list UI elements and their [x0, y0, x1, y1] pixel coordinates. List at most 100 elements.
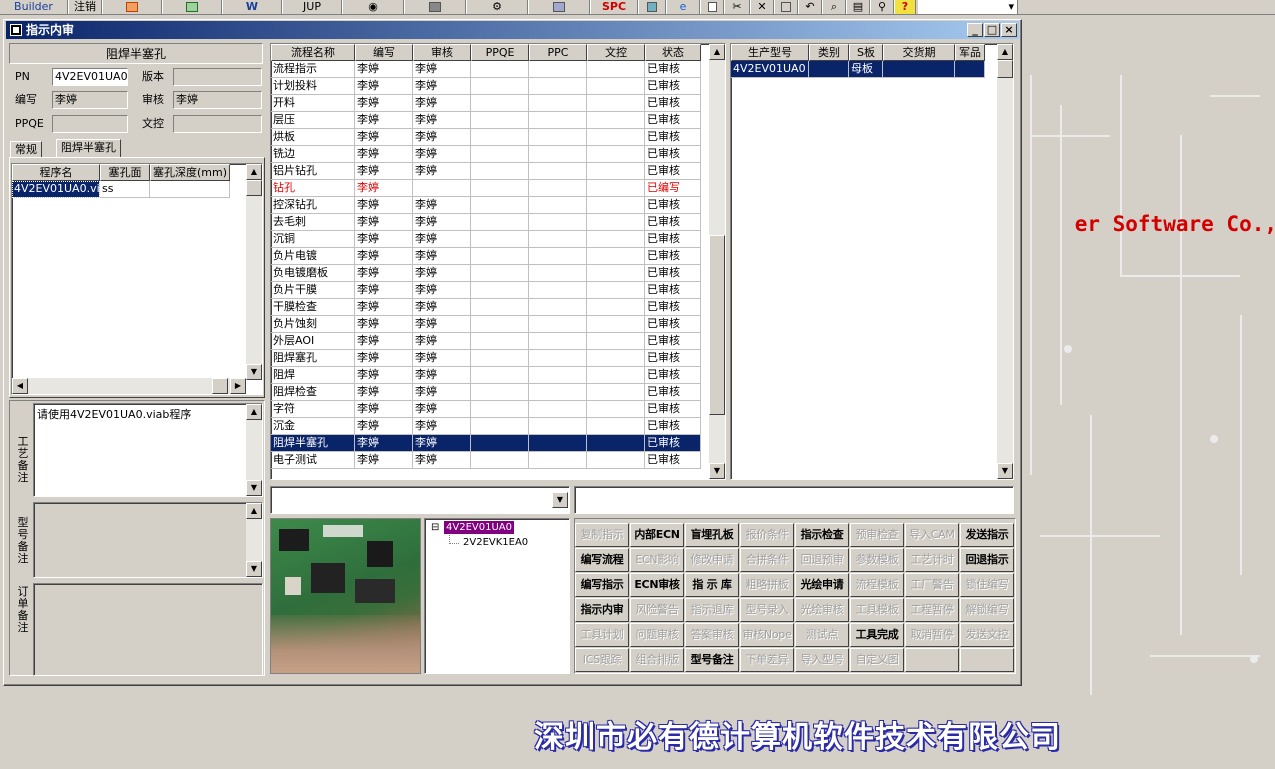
action-button[interactable]: 工具计划	[575, 623, 629, 647]
flow-cell[interactable]	[471, 129, 529, 146]
flow-cell[interactable]: 烘板	[271, 129, 355, 146]
flow-cell[interactable]	[529, 299, 587, 316]
action-button[interactable]: ECN影响	[630, 548, 684, 572]
flow-cell[interactable]: 李婷	[413, 163, 471, 180]
action-button[interactable]: 工具模板	[850, 598, 904, 622]
flow-cell[interactable]: 李婷	[355, 163, 413, 180]
tree-expander[interactable]: ⊟	[431, 522, 439, 533]
flow-cell[interactable]: 已审核	[645, 61, 701, 78]
flow-cell[interactable]: 李婷	[355, 333, 413, 350]
flow-cell[interactable]	[471, 435, 529, 452]
flow-cell[interactable]	[471, 231, 529, 248]
action-button[interactable]: ICS跟踪	[575, 648, 629, 672]
flow-cell[interactable]	[587, 316, 645, 333]
action-button[interactable]: 编写指示	[575, 573, 629, 597]
action-button[interactable]: 组合排版	[630, 648, 684, 672]
flow-row[interactable]: 烘板 李婷 李婷 已审核	[271, 129, 701, 146]
action-button[interactable]: 合拼条件	[740, 548, 794, 572]
action-button[interactable]: 光绘审核	[795, 598, 849, 622]
flow-cell[interactable]	[471, 197, 529, 214]
flow-cell[interactable]: 已审核	[645, 452, 701, 469]
flow-cell[interactable]	[587, 197, 645, 214]
flow-col-header[interactable]: 流程名称	[271, 44, 355, 61]
program-vscroll[interactable]: ▲ ▼	[246, 164, 262, 380]
flow-cell[interactable]	[529, 112, 587, 129]
flow-cell[interactable]	[529, 78, 587, 95]
flow-cell[interactable]: 已审核	[645, 146, 701, 163]
production-col-header[interactable]: 生产型号	[731, 44, 809, 61]
ppqe-field[interactable]	[52, 115, 128, 133]
flow-cell[interactable]: 李婷	[413, 231, 471, 248]
flow-cell[interactable]: 字符	[271, 401, 355, 418]
flow-row[interactable]: 开料 李婷 李婷 已审核	[271, 95, 701, 112]
browser-icon[interactable]: e	[666, 0, 700, 14]
flow-cell[interactable]	[587, 265, 645, 282]
flow-cell[interactable]	[471, 112, 529, 129]
action-button[interactable]: 自定义图	[850, 648, 904, 672]
action-button[interactable]: 指示内审	[575, 598, 629, 622]
flow-cell[interactable]: 李婷	[355, 452, 413, 469]
flow-cell[interactable]	[471, 333, 529, 350]
action-button[interactable]: 参数模板	[850, 548, 904, 572]
action-button[interactable]: 型号录入	[740, 598, 794, 622]
tab-general[interactable]: 常规	[10, 141, 42, 158]
scroll-up-arrow[interactable]: ▲	[246, 164, 262, 180]
flow-cell[interactable]: 李婷	[355, 384, 413, 401]
action-button[interactable]: 回退指示	[960, 548, 1014, 572]
production-row[interactable]: 4V2EV01UA0 母板	[731, 61, 995, 78]
flow-cell[interactable]	[529, 435, 587, 452]
monitor-icon[interactable]	[528, 0, 590, 14]
flow-cell[interactable]	[471, 163, 529, 180]
scroll-thumb[interactable]	[997, 60, 1013, 78]
flow-cell[interactable]: 已审核	[645, 112, 701, 129]
excel-icon[interactable]	[162, 0, 222, 14]
program-cell[interactable]: 4V2EV01UA0.via	[12, 181, 100, 198]
flow-cell[interactable]	[413, 180, 471, 197]
maximize-button[interactable]: □	[984, 23, 1000, 37]
flow-cell[interactable]: 已审核	[645, 299, 701, 316]
flow-cell[interactable]: 沉铜	[271, 231, 355, 248]
print-icon[interactable]: ▤	[846, 0, 870, 14]
action-button[interactable]: 审核Nope	[740, 623, 794, 647]
flow-cell[interactable]	[529, 180, 587, 197]
flow-cell[interactable]: 负电镀磨板	[271, 265, 355, 282]
flow-cell[interactable]	[587, 180, 645, 197]
scroll-down-arrow[interactable]: ▼	[246, 364, 262, 380]
scroll-down-arrow[interactable]: ▼	[997, 463, 1013, 479]
scroll-right-arrow[interactable]: ▶	[230, 378, 246, 394]
flow-row[interactable]: 阻焊 李婷 李婷 已审核	[271, 367, 701, 384]
action-button[interactable]: 风险警告	[630, 598, 684, 622]
flow-cell[interactable]: 李婷	[355, 112, 413, 129]
action-button[interactable]: 锁住编写	[960, 573, 1014, 597]
flow-cell[interactable]: 李婷	[355, 214, 413, 231]
action-button[interactable]: 取消暂停	[905, 623, 959, 647]
flow-cell[interactable]	[471, 265, 529, 282]
flow-cell[interactable]: 李婷	[355, 401, 413, 418]
flow-row[interactable]: 外层AOI 李婷 李婷 已审核	[271, 333, 701, 350]
flow-cell[interactable]: 李婷	[413, 435, 471, 452]
flow-cell[interactable]	[471, 248, 529, 265]
flow-cell[interactable]	[471, 367, 529, 384]
flow-row[interactable]: 干膜检查 李婷 李婷 已审核	[271, 299, 701, 316]
action-button[interactable]: 解锁编写	[960, 598, 1014, 622]
action-button[interactable]: 盲埋孔板	[685, 523, 739, 547]
flow-cell[interactable]: 干膜检查	[271, 299, 355, 316]
flow-cell[interactable]: 李婷	[355, 95, 413, 112]
flow-cell[interactable]: 李婷	[413, 384, 471, 401]
flow-cell[interactable]: 钻孔	[271, 180, 355, 197]
flow-cell[interactable]	[471, 384, 529, 401]
flow-cell[interactable]: 已审核	[645, 163, 701, 180]
flow-cell[interactable]	[529, 231, 587, 248]
flow-cell[interactable]: 李婷	[355, 78, 413, 95]
flow-cell[interactable]	[587, 367, 645, 384]
spc-button[interactable]: SPC	[590, 0, 638, 14]
flow-cell[interactable]: 李婷	[355, 282, 413, 299]
flow-cell[interactable]: 已审核	[645, 350, 701, 367]
chevron-down-icon[interactable]: ▼	[552, 492, 568, 508]
flow-col-header[interactable]: PPQE	[471, 44, 529, 61]
process-note-field[interactable]: 请使用4V2EV01UA0.viab程序 ▲ ▼	[33, 403, 263, 497]
flow-cell[interactable]	[587, 231, 645, 248]
flow-vscroll[interactable]: ▲ ▼	[709, 44, 725, 479]
flow-cell[interactable]: 外层AOI	[271, 333, 355, 350]
flow-row[interactable]: 流程指示 李婷 李婷 已审核	[271, 61, 701, 78]
